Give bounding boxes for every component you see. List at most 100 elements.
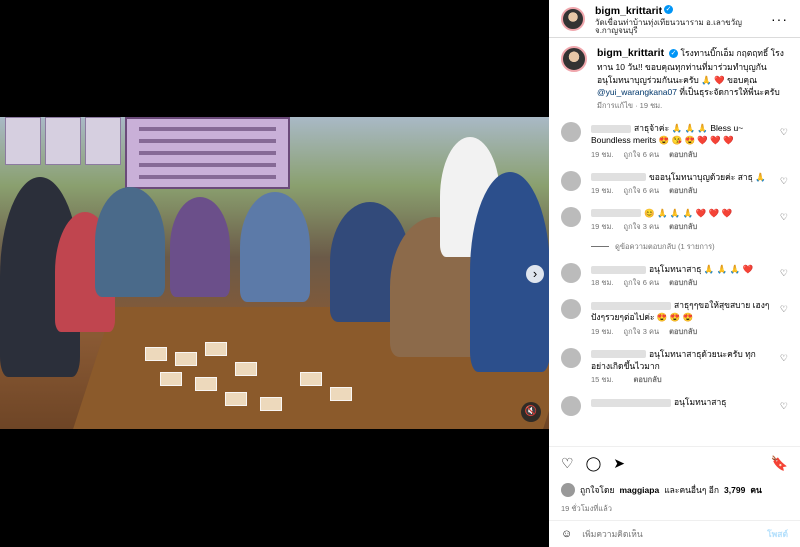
food-box: [330, 387, 352, 401]
post-caption: bigm_krittarit ✓ โรงทานบิ๊กเอ็ม กฤตฤทธิ์ …: [561, 46, 788, 112]
comment-time: 19 ชม.: [591, 326, 614, 336]
avatar[interactable]: [561, 206, 581, 227]
comment-time: 18 ชม.: [591, 278, 614, 288]
comment-text: ขออนุโมทนาบุญด้วยค่ะ สาธุ 🙏: [649, 171, 766, 182]
comment-likes[interactable]: ถูกใจ 3 คน: [624, 327, 660, 338]
reply-button[interactable]: ตอบกลับ: [669, 186, 697, 197]
post-photo: [0, 117, 549, 429]
post-timestamp[interactable]: 19 ชั่วโมงที่แล้ว: [561, 503, 788, 515]
comment-item: ขออนุโมทนาบุญด้วยค่ะ สาธุ 🙏 19 ชม. ถูกใจ …: [561, 170, 788, 197]
caption-text-end: ที่เป็นธุระจัดการให้พี่นะครับ: [679, 86, 780, 97]
chevron-right-icon: ›: [532, 266, 538, 281]
emoji-icon[interactable]: ☺: [561, 528, 572, 540]
comment-item: อนุโมทนาสาธุด้วยนะครับ ทุกอย่างเกิดขึ้นไ…: [561, 347, 788, 387]
more-icon[interactable]: ···: [771, 11, 788, 27]
verified-icon: ✓: [669, 49, 679, 59]
avatar[interactable]: [561, 122, 581, 143]
avatar[interactable]: [561, 299, 581, 320]
person: [170, 197, 230, 297]
comment-likes[interactable]: ถูกใจ 3 คน: [624, 222, 660, 233]
food-box: [225, 392, 247, 406]
blurred-username: [591, 350, 646, 359]
likes-count[interactable]: 3,799: [724, 485, 745, 495]
comment-item: สาธุจ้าค่ะ 🙏 🙏 🙏 Bless u~ Boundless meri…: [561, 122, 788, 161]
share-icon[interactable]: ➤: [613, 455, 625, 472]
likes-user[interactable]: maggiapa: [620, 485, 660, 495]
event-banner: [125, 117, 290, 189]
comment-time: 15 ชม.: [591, 375, 614, 385]
reply-button[interactable]: ตอบกลับ: [669, 150, 697, 161]
comment-text: อนุโมทนาสาธุ 🙏 🙏 🙏 ❤️: [649, 263, 754, 274]
food-box: [205, 342, 227, 356]
decoration-flag: [85, 117, 121, 165]
comment-likes[interactable]: ถูกใจ 6 คน: [624, 186, 660, 197]
avatar[interactable]: [561, 396, 581, 417]
food-box: [145, 347, 167, 361]
blurred-username: [591, 124, 631, 133]
avatar[interactable]: [561, 6, 585, 31]
person: [240, 192, 310, 302]
comment-item: สาธุๆๆขอให้สุขสบาย เฮงๆ ปังๆรวยๆต่อไปค่ะ…: [561, 299, 788, 338]
bookmark-icon[interactable]: 🔖: [771, 455, 788, 472]
heart-icon[interactable]: ♡: [780, 400, 788, 413]
comment-item: อนุโมทนาสาธุ 🙏 🙏 🙏 ❤️ 18 ชม. ถูกใจ 6 คน ตอ…: [561, 262, 788, 289]
next-slide-button[interactable]: ›: [526, 265, 544, 283]
blurred-username: [591, 265, 646, 274]
comments-list[interactable]: bigm_krittarit ✓ โรงทานบิ๊กเอ็ม กฤตฤทธิ์ …: [549, 38, 800, 446]
post-media[interactable]: › 🔇: [0, 0, 549, 547]
reply-button[interactable]: ตอบกลับ: [669, 278, 697, 289]
mute-button[interactable]: 🔇: [521, 402, 541, 422]
comment-item: อนุโมทนาสาธุ ♡: [561, 396, 788, 417]
decoration-flag: [5, 117, 41, 165]
heart-icon[interactable]: ♡: [780, 267, 788, 280]
reply-button[interactable]: ตอบกลับ: [669, 222, 697, 233]
blurred-username: [591, 301, 671, 310]
avatar[interactable]: [561, 170, 581, 191]
post-header: bigm_krittarit ✓ วัดเขื่อนท่าบ้านทุ่งเทีย…: [549, 0, 800, 38]
caption-mention[interactable]: @yui_warangkana07: [597, 87, 677, 97]
blurred-username: [591, 398, 671, 407]
heart-icon[interactable]: ♡: [561, 455, 574, 472]
comment-likes[interactable]: ถูกใจ 6 คน: [624, 278, 660, 289]
food-box: [160, 372, 182, 386]
decoration-flag: [45, 117, 81, 165]
person: [95, 187, 165, 297]
comment-input[interactable]: [582, 529, 768, 539]
reply-button[interactable]: ตอบกลับ: [669, 327, 697, 338]
comment-item: 😊 🙏 🙏 🙏 ❤️ ❤️ ❤️ 19 ชม. ถูกใจ 3 คน ตอบกลับ…: [561, 206, 788, 233]
heart-icon[interactable]: ♡: [780, 211, 788, 224]
author-username[interactable]: bigm_krittarit: [595, 5, 662, 18]
avatar: [561, 483, 575, 497]
view-replies-button[interactable]: ดูข้อความตอบกลับ (1 รายการ): [591, 241, 788, 253]
comment-time: 19 ชม.: [591, 149, 614, 159]
blurred-username: [591, 209, 641, 218]
comment-likes[interactable]: ถูกใจ 6 คน: [624, 150, 660, 161]
heart-icon[interactable]: ♡: [780, 175, 788, 188]
heart-icon[interactable]: ♡: [780, 352, 788, 365]
post-location[interactable]: วัดเขื่อนท่าบ้านทุ่งเทียนวนาราม อ.เลาขวั…: [595, 18, 771, 37]
likes-suffix: คน: [750, 485, 762, 495]
post-comment-button[interactable]: โพสต์: [767, 527, 788, 541]
verified-icon: ✓: [664, 5, 674, 15]
heart-icon[interactable]: ♡: [780, 303, 788, 316]
blurred-username: [591, 173, 646, 182]
comment-icon[interactable]: ◯: [586, 455, 602, 472]
comment-time: 19 ชม.: [591, 222, 614, 232]
heart-icon[interactable]: ♡: [780, 126, 788, 139]
view-replies-label: ดูข้อความตอบกลับ (1 รายการ): [615, 241, 715, 251]
avatar[interactable]: [561, 262, 581, 283]
avatar[interactable]: [561, 347, 581, 368]
caption-username[interactable]: bigm_krittarit: [597, 46, 664, 61]
caption-meta: มีการแก้ไข · 19 ชม.: [597, 101, 663, 111]
food-box: [195, 377, 217, 391]
mute-icon: 🔇: [524, 406, 538, 417]
post-actions: ♡ ◯ ➤ 🔖 ถูกใจโดย maggiapa และคนอื่นๆ อีก…: [549, 446, 800, 515]
add-comment-bar: ☺ โพสต์: [549, 520, 800, 547]
avatar[interactable]: [561, 46, 587, 72]
food-box: [300, 372, 322, 386]
food-box: [175, 352, 197, 366]
comment-text: อนุโมทนาสาธุ: [674, 397, 727, 408]
likes-mid: และคนอื่นๆ อีก: [664, 485, 720, 495]
reply-button[interactable]: ตอบกลับ: [634, 375, 662, 386]
likes-summary[interactable]: ถูกใจโดย maggiapa และคนอื่นๆ อีก 3,799 ค…: [561, 483, 788, 497]
